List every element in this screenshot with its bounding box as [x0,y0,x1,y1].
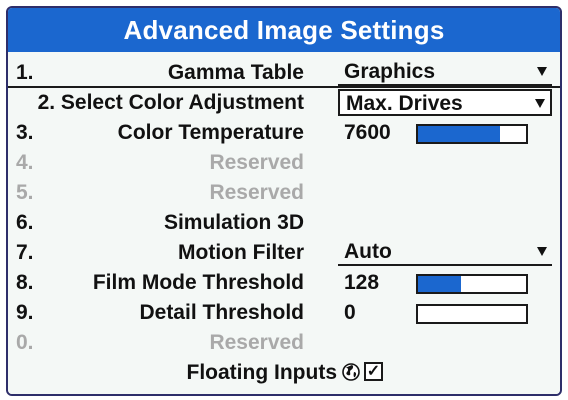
row-number: 5. [16,181,34,204]
menu-row-reserved-0: 0. Reserved [8,328,560,358]
slider-value: 7600 [344,121,391,144]
slider-value: 0 [344,301,356,324]
row-number: 0. [16,331,34,354]
row-label: Reserved [209,151,304,174]
floating-inputs-label: Floating Inputs [186,361,337,384]
chevron-down-icon[interactable] [537,67,547,76]
globe-icon [342,363,360,381]
row-label: Motion Filter [178,241,304,264]
menu-row-detail-threshold[interactable]: 9. Detail Threshold 0 [8,298,560,328]
row-label: Simulation 3D [163,211,304,234]
motion-filter-dropdown[interactable]: Auto [338,239,552,266]
row-number: 9. [16,301,34,324]
row-number: 7. [16,241,34,264]
slider-fill [418,276,462,292]
row-number: 4. [16,151,34,174]
menu-row-reserved-5: 5. Reserved [8,178,560,208]
chevron-down-icon[interactable] [535,99,545,108]
row-label: Film Mode Threshold [92,271,304,294]
menu-body: 1. Gamma Table Graphics 2. Select Color … [8,52,560,394]
menu-row-film-mode-threshold[interactable]: 8. Film Mode Threshold 128 [8,268,560,298]
dropdown-value: Max. Drives [346,92,463,115]
menu-title: Advanced Image Settings [8,8,560,52]
slider-fill [418,126,501,142]
gamma-table-dropdown[interactable]: Graphics [338,59,552,86]
row-label: Reserved [209,331,304,354]
row-label: Gamma Table [167,61,304,84]
dropdown-value: Auto [344,240,392,263]
floating-inputs-row[interactable]: Floating Inputs ✓ [8,358,560,388]
menu-row-gamma-table[interactable]: 1. Gamma Table Graphics [8,58,560,88]
row-label: Color Temperature [117,121,304,144]
menu-row-select-color-adjustment[interactable]: 2. Select Color Adjustment Max. Drives [8,88,560,118]
floating-inputs-checkbox[interactable]: ✓ [364,362,383,381]
detail-threshold-slider[interactable] [416,304,528,324]
dropdown-value: Graphics [344,60,436,83]
chevron-down-icon[interactable] [537,247,547,256]
menu-row-motion-filter[interactable]: 7. Motion Filter Auto [8,238,560,268]
row-label: Detail Threshold [139,301,304,324]
row-label: Reserved [209,181,304,204]
film-mode-threshold-slider[interactable] [416,274,528,294]
row-label: 2. Select Color Adjustment [37,91,304,114]
advanced-image-settings-menu: Advanced Image Settings 1. Gamma Table G… [6,6,562,396]
slider-value: 128 [344,271,380,294]
menu-row-color-temperature[interactable]: 3. Color Temperature 7600 [8,118,560,148]
menu-row-reserved-4: 4. Reserved [8,148,560,178]
row-number: 3. [16,121,34,144]
row-number: 8. [16,271,34,294]
row-number: 1. [16,61,34,84]
menu-row-simulation-3d[interactable]: 6. Simulation 3D [8,208,560,238]
row-number: 6. [16,211,34,234]
select-color-adjustment-dropdown[interactable]: Max. Drives [338,89,552,116]
color-temperature-slider[interactable] [416,124,528,144]
